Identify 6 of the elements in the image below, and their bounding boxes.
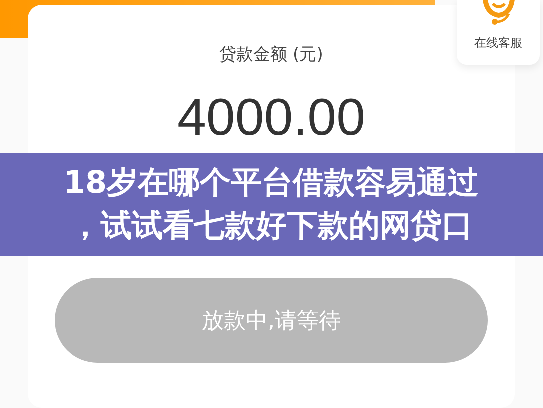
loan-amount: 4000.00 — [178, 88, 366, 148]
banner-title-line: ，试试看七款好下款的网贷口 — [70, 206, 473, 246]
loan-amount-label: 贷款金额 (元) — [220, 44, 324, 66]
support-panel[interactable]: 在线客服 — [457, 0, 540, 65]
banner-title-line: 18岁在哪个平台借款容易通过 — [64, 164, 480, 202]
support-label: 在线客服 — [474, 35, 522, 52]
